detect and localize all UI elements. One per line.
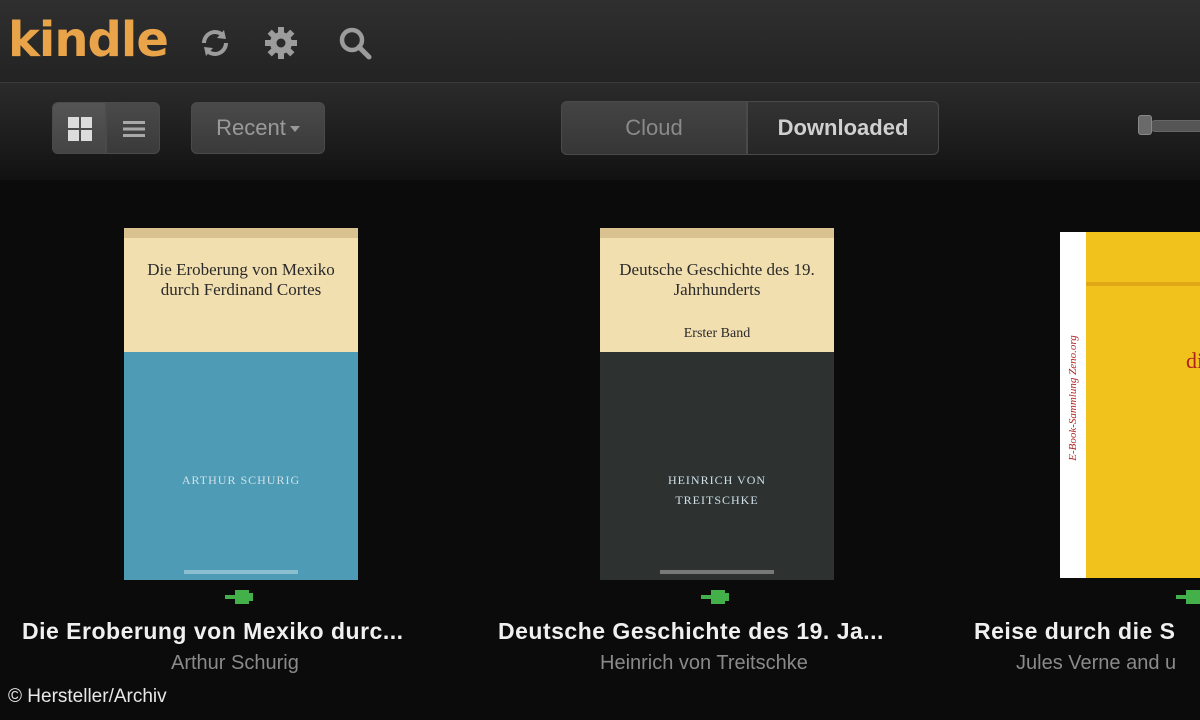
cover-title-panel: Deutsche Geschichte des 19. Jahrhunderts… [600,228,834,352]
cover-title: Die Eroberung von Mexiko durch Ferdinand… [147,260,335,299]
settings-icon[interactable] [262,24,300,62]
image-credit: © Hersteller/Archiv [8,686,167,707]
slider-handle[interactable] [1138,115,1152,135]
cover-title-fragment: di [1186,348,1200,373]
book-title[interactable]: Die Eroberung von Mexiko durc... [22,618,404,645]
sort-dropdown[interactable]: Recent [191,102,325,154]
book-cover[interactable]: E-Book-Sammlung Zeno.org di [1060,232,1200,578]
book-author: Heinrich von Treitschke [600,652,808,674]
book-cover[interactable]: Die Eroberung von Mexiko durch Ferdinand… [124,228,358,580]
book-cover[interactable]: Deutsche Geschichte des 19. Jahrhunderts… [600,228,834,580]
top-bar: kindle [0,0,1200,83]
cover-side-text: E-Book-Sammlung Zeno.org [1067,335,1079,461]
pin-icon [701,590,729,604]
sort-label: Recent [216,115,286,140]
list-icon [123,121,145,137]
grid-icon [68,117,92,141]
sync-icon[interactable] [196,24,234,62]
list-view-button[interactable] [106,102,160,154]
search-icon[interactable] [336,24,374,62]
book-author: Jules Verne and u [1016,652,1177,674]
kindle-logo: kindle [8,12,169,68]
tab-cloud[interactable]: Cloud [561,101,747,155]
cover-body: HEINRICH VON TREITSCHKE [600,352,834,580]
book-title[interactable]: Deutsche Geschichte des 19. Ja... [498,618,884,645]
grid-view-button[interactable] [52,102,106,154]
cover-title-panel: Die Eroberung von Mexiko durch Ferdinand… [124,228,358,352]
cover-author: ARTHUR SCHURIG [181,473,301,487]
cover-author: HEINRICH VON TREITSCHKE [667,473,767,507]
publisher-mark [184,570,298,574]
cover-size-slider[interactable] [1150,120,1200,132]
publisher-mark [660,570,774,574]
book-title[interactable]: Reise durch die S [974,618,1200,645]
pin-icon [225,590,253,604]
cover-body: ARTHUR SCHURIG [124,352,358,580]
cover-subtitle: Erster Band [683,326,751,341]
cover-stripe [1086,282,1200,286]
pin-icon [1176,590,1200,604]
book-author: Arthur Schurig [171,652,299,674]
tab-downloaded[interactable]: Downloaded [747,101,939,155]
cover-title: Deutsche Geschichte des 19. Jahrhunderts [619,260,815,299]
chevron-down-icon [289,126,300,133]
